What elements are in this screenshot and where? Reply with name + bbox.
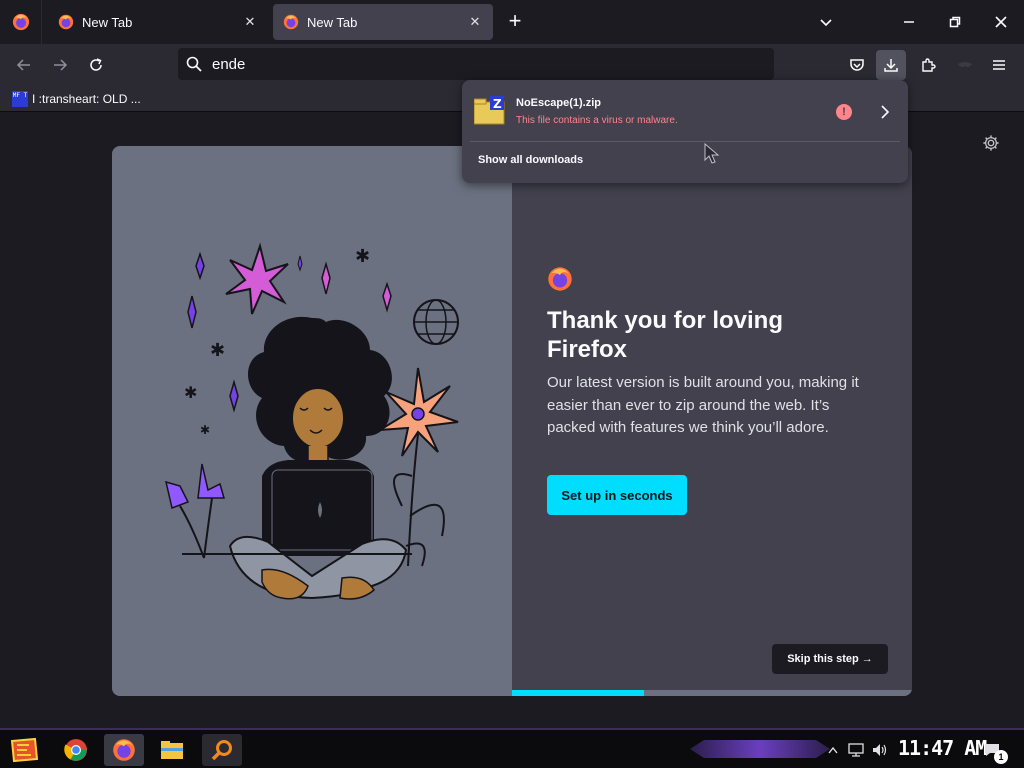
extensions-button[interactable] — [913, 50, 943, 80]
page-content: ✱ ✱ ✱ ✱ Thank you for loving Firefox Our… — [0, 112, 1024, 728]
mouse-cursor — [704, 142, 722, 165]
file-explorer-icon — [161, 741, 183, 759]
welcome-title: Thank you for loving Firefox — [547, 307, 784, 363]
firefox-taskbar-button[interactable] — [104, 734, 144, 766]
svg-text:✱: ✱ — [200, 423, 210, 437]
network-tray-button[interactable] — [846, 738, 866, 762]
firefox-logo-icon — [547, 266, 573, 292]
arrow-right-icon — [54, 59, 68, 71]
minimize-button[interactable] — [886, 0, 932, 44]
mask-icon — [958, 62, 972, 68]
chevron-up-icon — [828, 746, 838, 754]
chrome-icon — [64, 739, 87, 761]
taskbar: 11:47 AM 1 — [0, 728, 1024, 768]
download-icon — [884, 59, 898, 72]
svg-text:✱: ✱ — [210, 340, 225, 360]
person-with-laptop-illustration: ✱ ✱ ✱ ✱ — [164, 242, 459, 600]
tab-bar: New Tab ✕ New Tab ✕ + — [0, 0, 1024, 44]
download-filename: NoEscape(1).zip — [516, 97, 601, 109]
pocket-button[interactable] — [842, 50, 872, 80]
reload-button[interactable] — [82, 51, 110, 79]
search-icon — [211, 740, 232, 761]
show-hidden-icons-button[interactable] — [826, 738, 840, 762]
download-details-button[interactable] — [876, 102, 894, 122]
close-icon — [995, 16, 1007, 28]
arrow-left-icon — [16, 59, 30, 71]
face — [291, 387, 345, 449]
warning-icon: ! — [836, 104, 852, 120]
divider — [470, 141, 900, 142]
volume-tray-button[interactable] — [870, 738, 890, 762]
speaker-icon — [873, 744, 887, 756]
firefox-icon — [283, 14, 299, 30]
puzzle-piece-icon — [922, 58, 936, 72]
downloads-panel: Z NoEscape(1).zip This file contains a v… — [462, 80, 908, 183]
file-explorer-taskbar-button[interactable] — [152, 734, 192, 766]
welcome-body-text: Our latest version is built around you, … — [547, 374, 859, 436]
taskbar-decoration — [690, 740, 830, 758]
network-icon — [848, 743, 864, 757]
reload-icon — [90, 58, 102, 71]
skip-step-button[interactable]: Skip this step → — [772, 644, 888, 674]
taskbar-clock[interactable]: 11:47 AM — [898, 736, 987, 760]
firefox-icon — [113, 739, 135, 761]
notification-count-badge: 1 — [994, 750, 1008, 764]
new-tab-button[interactable]: + — [502, 8, 528, 36]
show-all-downloads-link[interactable]: Show all downloads — [478, 154, 583, 166]
bookmark-favicon: MF T — [12, 90, 28, 107]
tab-new-tab-1[interactable]: New Tab ✕ — [48, 4, 268, 40]
back-button[interactable] — [10, 51, 38, 79]
hidden-toolbar-button[interactable] — [950, 50, 980, 80]
welcome-text-panel: Thank you for loving Firefox Our latest … — [512, 146, 912, 696]
close-window-button[interactable] — [978, 0, 1024, 44]
firefox-view-button[interactable] — [0, 0, 42, 44]
search-icon — [186, 56, 202, 72]
download-item[interactable]: Z NoEscape(1).zip This file contains a v… — [470, 86, 900, 138]
set-up-button[interactable]: Set up in seconds — [547, 475, 687, 515]
zip-archive-icon: Z — [473, 96, 506, 126]
bell-flowers-drawing — [164, 463, 225, 559]
restore-button[interactable] — [932, 0, 978, 44]
svg-text:✱: ✱ — [355, 246, 370, 266]
address-bar-text[interactable]: ende — [212, 56, 245, 73]
globe-drawing — [413, 299, 459, 345]
tab-new-tab-2[interactable]: New Tab ✕ — [273, 4, 493, 40]
chrome-taskbar-button[interactable] — [56, 734, 96, 766]
firefox-icon — [12, 13, 29, 31]
bookmark-item[interactable]: I :transheart: OLD ... — [32, 92, 141, 106]
customize-settings-button[interactable] — [982, 134, 1004, 156]
tab-title: New Tab — [82, 14, 133, 30]
chevron-down-icon — [820, 19, 832, 27]
gear-icon — [983, 135, 999, 151]
forward-button[interactable] — [46, 51, 74, 79]
onboarding-progress-bar — [512, 690, 912, 696]
hamburger-menu-icon — [993, 60, 1005, 70]
firefox-icon — [58, 14, 74, 30]
download-status: This file contains a virus or malware. — [516, 115, 678, 126]
onboarding-progress-fill — [512, 690, 644, 696]
restore-icon — [949, 16, 961, 28]
close-tab-icon[interactable]: ✕ — [242, 14, 258, 30]
downloads-button[interactable] — [876, 50, 906, 80]
app-menu-button[interactable] — [984, 50, 1014, 80]
list-all-tabs-button[interactable] — [812, 8, 840, 36]
search-taskbar-button[interactable] — [202, 734, 242, 766]
tab-title: New Tab — [307, 14, 358, 30]
address-bar[interactable]: ende — [178, 48, 774, 80]
flower-drawing — [379, 367, 459, 567]
welcome-illustration-panel: ✱ ✱ ✱ ✱ — [112, 146, 512, 696]
chevron-right-icon — [881, 105, 890, 119]
svg-text:✱: ✱ — [184, 385, 197, 402]
start-icon — [10, 737, 39, 763]
svg-text:Z: Z — [493, 97, 502, 111]
pocket-icon — [850, 59, 864, 71]
welcome-card: ✱ ✱ ✱ ✱ Thank you for loving Firefox Our… — [112, 146, 912, 696]
start-button[interactable] — [4, 734, 44, 766]
minimize-icon — [904, 21, 914, 23]
close-tab-icon[interactable]: ✕ — [467, 14, 483, 30]
